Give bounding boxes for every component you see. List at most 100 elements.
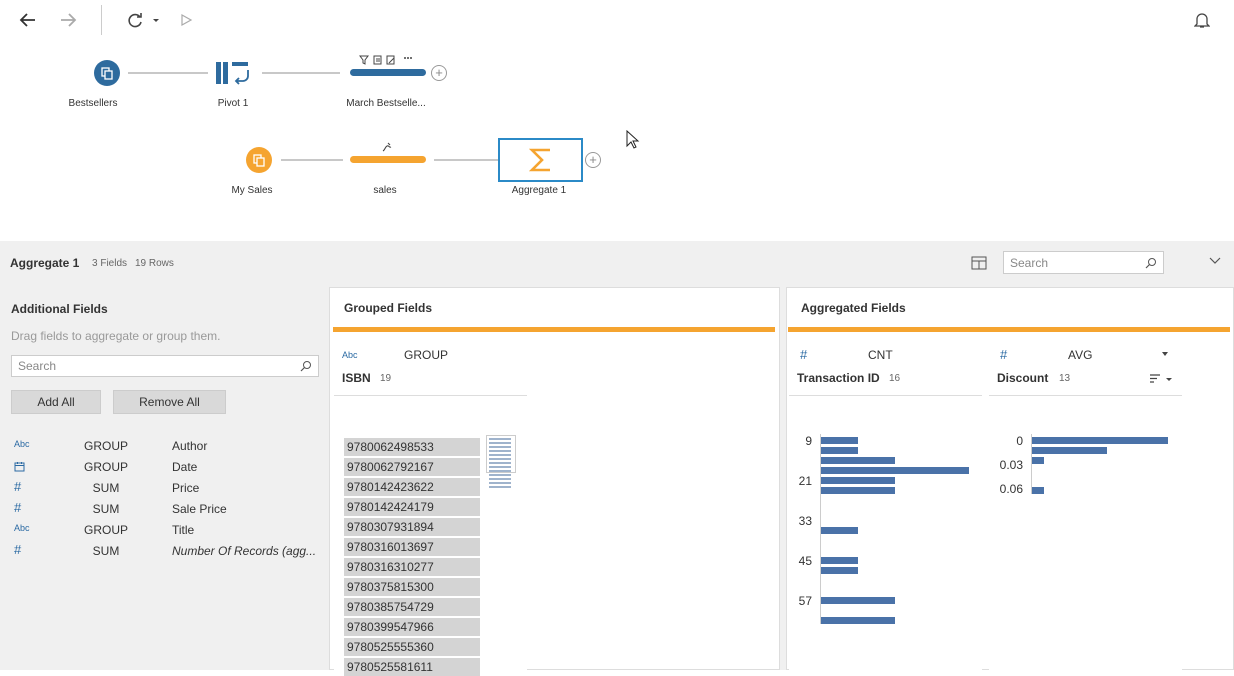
field-row-sale-price[interactable]: # SUM Sale Price [0,499,320,520]
card-aggregation[interactable]: AVG [1068,348,1092,362]
field-name: Date [172,460,198,474]
add-step-button[interactable]: + [585,152,601,168]
bell-icon [1194,13,1210,28]
isbn-value[interactable]: 9780062792167 [344,458,480,476]
run-button[interactable] [174,8,198,32]
field-row-date[interactable]: GROUP Date [0,457,320,478]
edit-icon [386,55,395,65]
input-data-icon [253,154,265,167]
isbn-value[interactable]: 9780525581611 [344,658,480,676]
string-type-icon: Abc [14,523,30,533]
node-label-aggregate: Aggregate 1 [511,185,567,196]
input-node-my-sales[interactable] [246,147,272,173]
histogram-bar[interactable] [821,487,895,494]
isbn-value[interactable]: 9780307931894 [344,518,480,536]
pivot-node[interactable] [214,60,252,86]
grouped-accent-strip [333,327,775,332]
histogram-bar[interactable] [821,597,895,604]
grouped-card-isbn[interactable]: Abc GROUP ISBN 19 9780062498533 978006279… [334,340,527,676]
histogram-bar[interactable] [821,557,858,564]
additional-search-input[interactable]: Search [11,355,319,377]
isbn-value[interactable]: 9780316310277 [344,558,480,576]
histogram-bar[interactable] [821,467,969,474]
remove-all-button[interactable]: Remove All [113,390,226,414]
field-row-number-of-records[interactable]: # SUM Number Of Records (agg... [0,541,320,562]
clean-step-sales[interactable] [350,156,426,163]
card-header: # CNT Transaction ID 16 [789,340,982,396]
field-row-title[interactable]: Abc GROUP Title [0,520,320,541]
node-label-sales: sales [373,185,397,196]
field-aggregation[interactable]: SUM [76,502,136,516]
histogram-bar[interactable] [1032,487,1044,494]
more-icon [404,57,412,59]
histogram-bar[interactable] [821,447,858,454]
node-label-my-sales: My Sales [231,185,273,196]
search-icon [1145,257,1156,268]
forward-button[interactable] [56,8,80,32]
isbn-value[interactable]: 9780375815300 [344,578,480,596]
notifications-button[interactable] [1190,8,1214,32]
script-icon [380,141,394,153]
clean-step-march[interactable] [350,69,426,76]
histogram-bar[interactable] [1032,457,1044,464]
card-header: Abc GROUP ISBN 19 [334,340,527,396]
field-aggregation[interactable]: SUM [76,544,136,558]
isbn-value[interactable]: 9780399547966 [344,618,480,636]
field-row-price[interactable]: # SUM Price [0,478,320,499]
card-aggregation[interactable]: CNT [868,348,893,362]
histogram-bar[interactable] [821,617,895,624]
isbn-value[interactable]: 9780525555360 [344,638,480,656]
arrow-right-icon [61,13,77,27]
card-value-count: 16 [889,373,901,384]
field-aggregation[interactable]: SUM [76,481,136,495]
aggregated-card-discount[interactable]: # AVG Discount 13 0 0.03 0.06 [989,340,1182,671]
value-minimap[interactable] [486,435,516,488]
isbn-value[interactable]: 9780316013697 [344,538,480,556]
back-button[interactable] [16,8,40,32]
histogram-bar[interactable] [821,567,858,574]
sigma-icon [528,148,550,172]
sort-button[interactable] [1149,374,1173,384]
flow-connector [281,159,343,161]
histogram-bar[interactable] [1032,437,1168,444]
aggregation-dropdown[interactable] [1162,352,1168,356]
isbn-value[interactable]: 9780142424179 [344,498,480,516]
search-placeholder: Search [18,359,57,373]
collapse-panel-button[interactable] [1209,257,1221,265]
axis-tick-label: 21 [798,474,812,488]
rows-count: 19 Rows [135,258,174,269]
aggregated-card-transaction-id[interactable]: # CNT Transaction ID 16 9 21 33 45 57 [789,340,982,671]
input-data-icon [101,67,113,80]
add-step-button[interactable]: + [431,65,447,81]
histogram-bar[interactable] [821,457,895,464]
histogram-bar[interactable] [1032,447,1107,454]
isbn-value[interactable]: 9780062498533 [344,438,480,456]
node-label-bestsellers: Bestsellers [68,98,118,109]
layout-toggle-button[interactable] [971,256,987,270]
card-field-name: Discount [997,371,1049,385]
layout-grid-icon [971,256,987,270]
add-all-button[interactable]: Add All [11,390,101,414]
axis-tick-label: 0 [1016,434,1023,448]
aggregated-accent-strip [788,327,1230,332]
field-aggregation[interactable]: GROUP [76,460,136,474]
field-name: Price [172,481,200,495]
histogram-bar[interactable] [821,477,895,484]
aggregate-node-selected[interactable] [498,138,583,182]
isbn-value[interactable]: 9780142423622 [344,478,480,496]
additional-fields-title: Additional Fields [11,302,108,316]
histogram-bar[interactable] [821,527,858,534]
card-aggregation[interactable]: GROUP [404,348,448,362]
field-row-author[interactable]: Abc GROUP Author [0,436,320,457]
refresh-button[interactable] [124,8,162,32]
card-field-name: Transaction ID [797,371,880,385]
number-type-icon: # [14,542,22,557]
panel-search-input[interactable]: Search [1003,251,1164,274]
field-aggregation[interactable]: GROUP [76,523,136,537]
field-aggregation[interactable]: GROUP [76,439,136,453]
histogram-bar[interactable] [821,437,858,444]
sort-icon [1150,374,1172,383]
card-value-count: 19 [380,373,392,384]
input-node-bestsellers[interactable] [94,60,120,86]
isbn-value[interactable]: 9780385754729 [344,598,480,616]
